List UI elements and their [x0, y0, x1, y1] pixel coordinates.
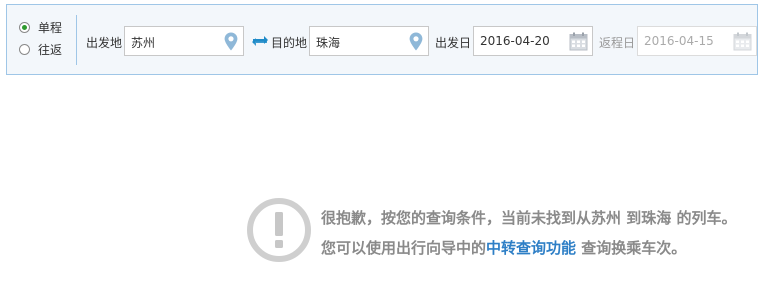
swap-arrows-icon[interactable] — [251, 34, 269, 48]
train-search-bar: 单程 往返 出发地 苏州 目的地 珠海 出发日 2016-04-20 返程日 2… — [6, 4, 758, 75]
return-date-label: 返程日 — [599, 36, 636, 50]
departure-value: 苏州 — [131, 36, 156, 50]
calendar-icon[interactable] — [733, 32, 752, 51]
exclamation-circle-icon — [247, 198, 311, 262]
one-way-label: 单程 — [38, 20, 63, 35]
trip-type-group: 单程 往返 — [19, 19, 81, 63]
map-pin-icon[interactable] — [224, 32, 238, 51]
depart-date-value: 2016-04-20 — [480, 34, 550, 48]
no-results-message: 很抱歉，按您的查询条件，当前未找到从苏州 到珠海 的列车。您可以使用出行向导中的… — [321, 203, 751, 263]
transfer-query-link[interactable]: 中转查询功能 — [486, 239, 576, 257]
depart-date-input[interactable]: 2016-04-20 — [473, 26, 593, 56]
section-divider — [76, 15, 77, 65]
round-trip-radio[interactable] — [19, 43, 30, 55]
destination-input[interactable]: 珠海 — [309, 26, 429, 56]
depart-date-label: 出发日 — [435, 36, 472, 50]
trip-type-one-way[interactable]: 单程 — [19, 19, 81, 35]
map-pin-icon[interactable] — [409, 32, 423, 51]
trip-type-round-trip[interactable]: 往返 — [19, 41, 81, 57]
one-way-radio[interactable] — [19, 21, 30, 33]
calendar-icon[interactable] — [569, 32, 588, 51]
return-date-value: 2016-04-15 — [644, 34, 714, 48]
return-date-input[interactable]: 2016-04-15 — [637, 26, 757, 56]
destination-label: 目的地 — [271, 36, 308, 50]
destination-value: 珠海 — [316, 36, 341, 50]
notice-text-after: 查询换乘车次。 — [576, 239, 687, 257]
round-trip-label: 往返 — [38, 42, 63, 57]
departure-label: 出发地 — [86, 36, 123, 50]
departure-input[interactable]: 苏州 — [124, 26, 244, 56]
